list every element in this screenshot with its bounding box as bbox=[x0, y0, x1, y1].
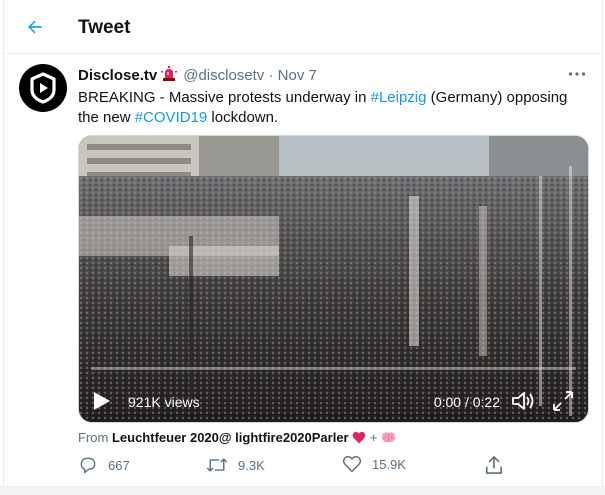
page-title: Tweet bbox=[78, 17, 131, 38]
retweet-button[interactable]: 9.3K bbox=[206, 455, 265, 475]
share-button[interactable] bbox=[485, 455, 503, 475]
more-horizontal-icon bbox=[568, 72, 586, 76]
police-light-emoji bbox=[161, 66, 178, 86]
play-icon bbox=[94, 392, 110, 410]
tweet-actions: 667 9.3K 15.9K bbox=[78, 455, 518, 479]
arrow-left-icon bbox=[28, 20, 42, 34]
frame-right-border bbox=[602, 0, 603, 495]
video-player[interactable]: 921K views 0:00 / 0:22 bbox=[78, 135, 589, 423]
handle[interactable]: @disclosetv bbox=[183, 67, 264, 84]
meta-separator: · bbox=[268, 67, 274, 84]
reply-button[interactable]: 667 bbox=[78, 455, 130, 475]
share-icon bbox=[485, 456, 503, 474]
video-time: 0:00 / 0:22 bbox=[433, 394, 500, 410]
frame-left-border bbox=[3, 0, 4, 495]
fullscreen-button[interactable] bbox=[550, 388, 576, 414]
hashtag-link[interactable]: #Leipzig bbox=[371, 89, 427, 106]
header: Tweet bbox=[4, 0, 602, 54]
play-shield-logo bbox=[30, 72, 56, 104]
video-progress-bar[interactable] bbox=[91, 367, 576, 370]
reply-count: 667 bbox=[108, 457, 130, 473]
heart-icon bbox=[342, 455, 362, 473]
avatar[interactable] bbox=[19, 64, 67, 112]
source-suffix: + bbox=[366, 430, 382, 445]
tweet-meta: Disclose.tv @disclosetv · Nov 7 bbox=[78, 66, 317, 86]
source-prefix: From bbox=[78, 430, 112, 445]
brain-emoji bbox=[381, 432, 396, 443]
more-button[interactable] bbox=[566, 68, 588, 80]
reply-icon bbox=[80, 457, 96, 474]
tweet-text-part: lockdown. bbox=[207, 109, 279, 126]
volume-icon bbox=[512, 392, 534, 410]
retweet-icon bbox=[206, 458, 228, 472]
retweet-count: 9.3K bbox=[238, 457, 265, 473]
view-count: 921K views bbox=[128, 394, 200, 410]
back-button[interactable] bbox=[20, 12, 50, 42]
play-button[interactable] bbox=[93, 388, 115, 414]
tweet-text-part: BREAKING - Massive protests underway in bbox=[78, 89, 371, 106]
display-name[interactable]: Disclose.tv bbox=[78, 67, 157, 84]
hashtag-link[interactable]: #COVID19 bbox=[135, 109, 208, 126]
source-name[interactable]: Leuchtfeuer 2020@ lightfire2020Parler bbox=[112, 430, 349, 445]
tweet-text: BREAKING - Massive protests underway in … bbox=[78, 88, 588, 128]
fullscreen-icon bbox=[553, 391, 573, 411]
volume-button[interactable] bbox=[510, 388, 536, 414]
like-button[interactable]: 15.9K bbox=[342, 455, 406, 473]
tweet-date[interactable]: Nov 7 bbox=[278, 67, 317, 84]
source-line: From Leuchtfeuer 2020@ lightfire2020Parl… bbox=[78, 430, 396, 445]
heart-emoji bbox=[352, 431, 366, 444]
bottom-divider bbox=[0, 486, 605, 495]
like-count: 15.9K bbox=[372, 456, 406, 472]
video-frame bbox=[79, 136, 588, 422]
